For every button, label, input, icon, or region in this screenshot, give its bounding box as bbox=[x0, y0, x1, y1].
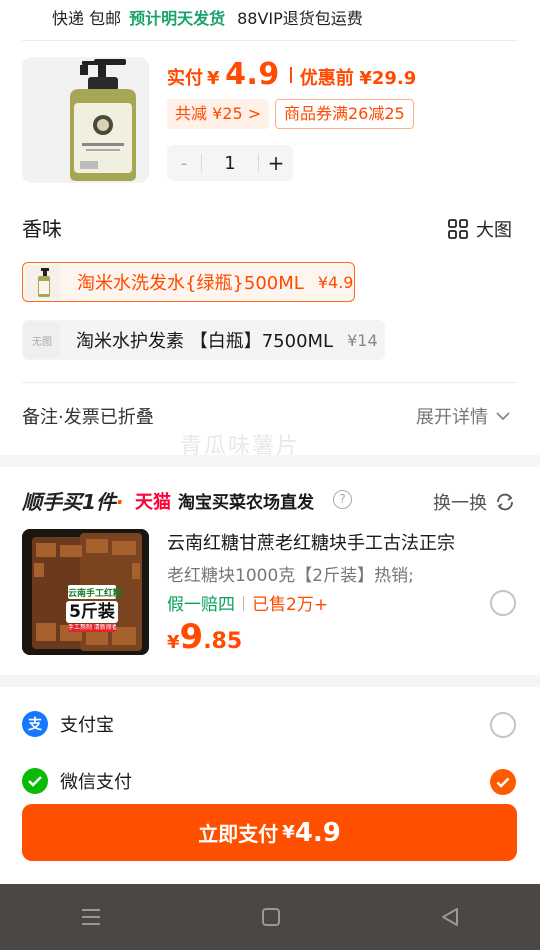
pay-button-currency: ¥ bbox=[282, 822, 295, 843]
image-text: 手工熬制 清新原香 bbox=[68, 624, 116, 631]
grid-icon bbox=[448, 219, 468, 239]
shop-name: 淘宝买菜农场直发 bbox=[178, 493, 314, 513]
payment-option-wechat[interactable]: 微信支付 bbox=[22, 768, 132, 794]
bigview-label: 大图 bbox=[476, 220, 512, 241]
scent-option-conditioner[interactable]: 无图 淘米水护发素 【白瓶】7500ML ¥14 bbox=[22, 320, 385, 360]
recommend-select-radio[interactable] bbox=[490, 590, 516, 616]
alipay-icon: 支 bbox=[22, 711, 48, 737]
logo-text: 顺手买1件 bbox=[22, 490, 116, 514]
badge-separator bbox=[243, 596, 244, 611]
price-integer: 9 bbox=[179, 617, 204, 657]
image-text: 5斤装 bbox=[69, 602, 115, 622]
price-currency: ¥ bbox=[167, 632, 180, 653]
paid-price: 4.9 bbox=[225, 57, 280, 92]
delivery-text: 快递 包邮 bbox=[52, 9, 122, 28]
eta-text: 预计明天发货 bbox=[129, 9, 226, 28]
shipping-info: 快递 包邮 预计明天发货 88VIP退货包运费 bbox=[52, 5, 363, 29]
wechat-pay-icon bbox=[22, 768, 48, 794]
before-label: 优惠前 bbox=[299, 68, 354, 89]
remark-label: 备注·发票已折叠 bbox=[22, 407, 154, 428]
shampoo-thumb bbox=[25, 264, 61, 300]
payment-option-alipay[interactable]: 支 支付宝 bbox=[22, 711, 114, 737]
section-gap bbox=[0, 455, 540, 467]
home-icon[interactable] bbox=[261, 907, 281, 927]
quantity-input[interactable]: 1 bbox=[202, 153, 258, 174]
menu-icon[interactable] bbox=[80, 908, 102, 926]
sold-badge: 已售2万+ bbox=[252, 595, 329, 615]
alipay-label: 支付宝 bbox=[60, 715, 114, 736]
chevron-down-icon bbox=[496, 412, 510, 421]
paid-label: 实付 bbox=[167, 68, 203, 89]
guarantee-badge: 假一赔四 bbox=[167, 595, 235, 615]
logo-dot: · bbox=[115, 490, 124, 514]
discount-tag[interactable]: 共减 ¥25 > bbox=[167, 99, 270, 129]
scent-title: 香味 bbox=[22, 217, 62, 241]
section-gap bbox=[0, 675, 540, 687]
recommend-badges: 假一赔四 已售2万+ bbox=[167, 590, 328, 615]
decrease-button[interactable]: - bbox=[167, 153, 201, 174]
refresh-icon bbox=[497, 493, 513, 511]
before-price: ¥29.9 bbox=[359, 68, 417, 89]
price-separator bbox=[289, 67, 292, 83]
option-price: ¥4.9 bbox=[317, 272, 354, 292]
quantity-stepper: - 1 + bbox=[167, 145, 293, 181]
check-icon bbox=[496, 777, 510, 788]
recommend-subtitle: 老红糖块1000克【2斤装】热销; bbox=[167, 566, 414, 586]
currency-symbol: ¥ bbox=[207, 68, 220, 89]
divider bbox=[22, 40, 518, 41]
system-navigation-bar bbox=[0, 884, 540, 950]
buy-one-more-logo: 顺手买1件· bbox=[22, 486, 124, 515]
swap-button[interactable]: 换一换 bbox=[433, 489, 515, 515]
help-icon[interactable]: ? bbox=[333, 490, 352, 509]
swap-label: 换一换 bbox=[433, 493, 487, 514]
recommend-image[interactable]: 云南手工红糖 5斤装 手工熬制 清新原香 bbox=[22, 529, 149, 655]
recommend-price: ¥9.85 bbox=[167, 617, 242, 657]
vip-text: 88VIP退货包运费 bbox=[237, 9, 363, 28]
bigview-button[interactable]: 大图 bbox=[448, 216, 512, 242]
option-price: ¥14 bbox=[347, 330, 378, 350]
price-decimal: .85 bbox=[203, 629, 243, 654]
alipay-radio[interactable] bbox=[490, 712, 516, 738]
pay-button-amount: 4.9 bbox=[294, 817, 341, 848]
product-image[interactable] bbox=[22, 57, 149, 183]
scent-option-shampoo[interactable]: 淘米水洗发水{绿瓶}500ML ¥4.9 bbox=[22, 262, 355, 302]
recommend-title[interactable]: 云南红糖甘蔗老红糖块手工古法正宗 bbox=[167, 529, 455, 555]
paid-price-row: 实付 ¥ 4.9 优惠前 ¥29.9 bbox=[167, 57, 416, 92]
expand-details-button[interactable]: 展开详情 bbox=[416, 403, 510, 429]
wechat-label: 微信支付 bbox=[60, 772, 132, 793]
tmall-logo: 天猫 bbox=[135, 492, 171, 513]
coupon-tag: 商品券满26减25 bbox=[275, 99, 414, 129]
image-text: 云南手工红糖 bbox=[68, 589, 123, 599]
wechat-radio-checked[interactable] bbox=[490, 769, 516, 795]
back-icon[interactable] bbox=[440, 907, 460, 927]
pay-button-label: 立即支付 bbox=[198, 822, 279, 846]
divider bbox=[22, 382, 518, 383]
increase-button[interactable]: + bbox=[259, 151, 293, 175]
option-name: 淘米水洗发水{绿瓶}500ML bbox=[77, 273, 304, 294]
option-name: 淘米水护发素 【白瓶】7500ML bbox=[76, 331, 334, 352]
pay-now-button[interactable]: 立即支付 ¥4.9 bbox=[22, 804, 517, 861]
no-image-thumb: 无图 bbox=[24, 322, 60, 358]
expand-label: 展开详情 bbox=[416, 407, 488, 428]
